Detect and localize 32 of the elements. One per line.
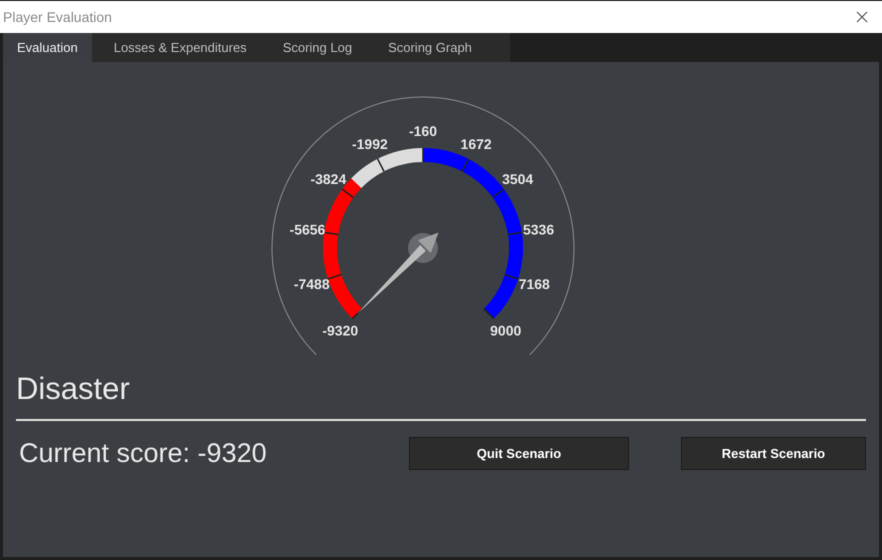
tick-mark	[328, 274, 342, 280]
tick-mark	[376, 158, 385, 172]
tick-label: -3824	[310, 171, 346, 188]
tab[interactable]: Losses & Expenditures	[100, 33, 261, 62]
window-title: Player Evaluation	[3, 8, 112, 27]
tick-label: 1672	[460, 136, 492, 152]
tick-mark	[508, 232, 522, 236]
tick-label: 3504	[502, 171, 534, 188]
tick-label: -9320	[322, 322, 358, 339]
tick-mark	[422, 148, 424, 162]
tick-mark	[461, 158, 470, 172]
tick-mark	[504, 274, 518, 280]
current-score: Current score: -9320	[19, 437, 268, 470]
rating-label: Disaster	[16, 373, 131, 404]
tick-label: -1992	[352, 136, 388, 152]
restart-button[interactable]: Restart Scenario	[680, 436, 866, 470]
tick-label: 5336	[522, 222, 554, 238]
tick-label: -160	[408, 123, 438, 139]
tick-mark	[324, 232, 338, 236]
tab[interactable]: Evaluation	[3, 33, 92, 62]
tick-mark	[483, 308, 494, 320]
tick-mark	[342, 188, 354, 198]
tick-label: 7168	[518, 276, 550, 292]
tab[interactable]: Scoring Log	[268, 33, 366, 62]
tick-mark	[352, 308, 363, 320]
tick-label: 9000	[490, 322, 522, 339]
quit-button[interactable]: Quit Scenario	[409, 436, 629, 470]
tick-mark	[492, 188, 504, 198]
tick-label: -7488	[294, 276, 330, 292]
close-icon[interactable]	[856, 11, 868, 23]
tab[interactable]: Scoring Graph	[374, 33, 486, 62]
tick-label: -5656	[290, 222, 326, 238]
